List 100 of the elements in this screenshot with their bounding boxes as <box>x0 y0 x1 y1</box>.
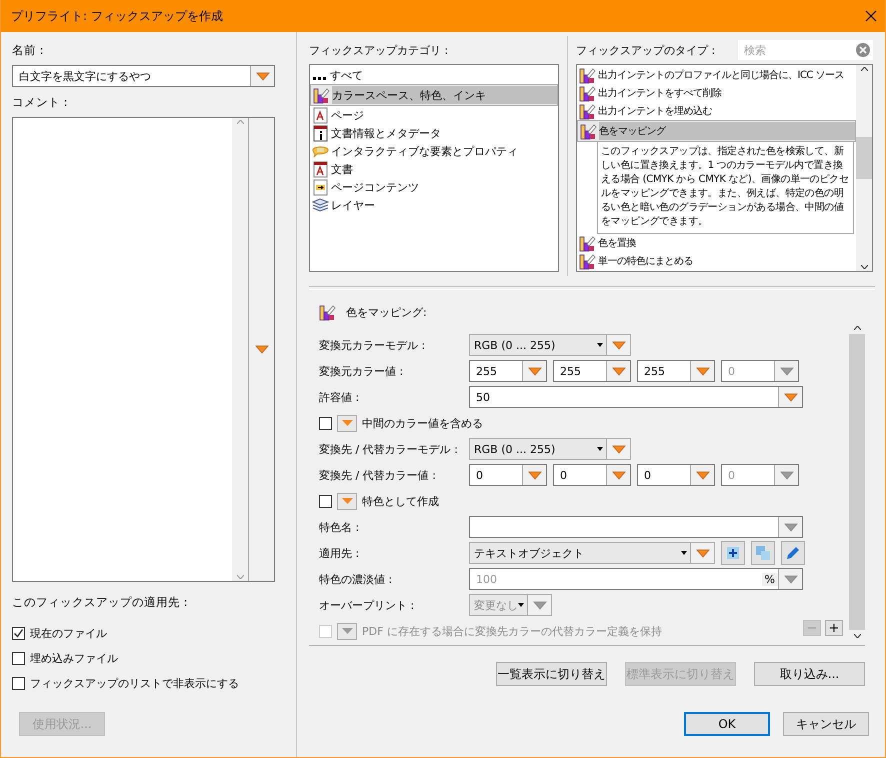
dropdown-select[interactable]: RGB (0 ... 255) <box>469 438 631 460</box>
checkbox[interactable] <box>12 652 25 665</box>
name-label: 名前 : <box>12 42 45 58</box>
type-item[interactable]: 出力インテントをすべて削除 <box>598 84 856 102</box>
dropdown-button[interactable] <box>248 118 274 581</box>
dropdown-button[interactable] <box>778 569 802 589</box>
value-field[interactable] <box>469 516 803 538</box>
view-button[interactable]: 一覧表示に切り替え <box>496 662 607 686</box>
dropdown-button[interactable] <box>606 439 630 459</box>
category-item[interactable]: すべて <box>330 66 558 84</box>
checkbox[interactable] <box>319 494 332 508</box>
duplicate-icon[interactable] <box>751 541 775 565</box>
dropdown-button[interactable] <box>778 517 802 537</box>
caret-icon <box>597 343 603 347</box>
window-title: プリフライト: フィックスアップを作成 <box>11 8 223 24</box>
dropdown-button[interactable] <box>250 66 274 86</box>
scroll-up-icon[interactable] <box>854 326 860 330</box>
color-swatch-icon <box>313 86 330 104</box>
category-item[interactable]: レイヤー <box>331 196 558 214</box>
caret-icon <box>340 497 354 505</box>
category-item[interactable]: 文書情報とメタデータ <box>331 124 558 142</box>
caret-icon <box>340 627 354 635</box>
category-item[interactable]: 文書 <box>331 160 558 178</box>
dropdown-button[interactable] <box>337 414 357 432</box>
scroll-down-icon[interactable] <box>860 265 868 269</box>
caret-icon <box>597 447 603 451</box>
layers-icon <box>312 196 329 214</box>
caret-icon <box>528 470 542 480</box>
value-field[interactable]: 0 <box>637 464 715 486</box>
category-item[interactable]: ページコンテンツ <box>331 178 558 196</box>
value-field[interactable]: 50 <box>469 386 803 408</box>
dropdown-button[interactable] <box>778 387 802 407</box>
view-button[interactable]: 取り込み... <box>754 662 865 686</box>
dropdown-button[interactable] <box>690 543 714 563</box>
field-label: 許容値 : <box>319 390 360 404</box>
checkbox-label: 中間のカラー値を含める <box>362 416 483 430</box>
dropdown-button[interactable] <box>690 465 714 485</box>
page-content-icon <box>312 178 329 196</box>
value-field[interactable]: 100 % <box>469 568 803 590</box>
name-field[interactable]: 白文字を黒文字にするやつ <box>12 65 275 87</box>
type-item[interactable]: 単一の特色にまとめる <box>598 252 856 270</box>
dropdown-button[interactable] <box>337 492 357 510</box>
caret-icon <box>528 366 542 376</box>
dialog-button[interactable]: OK <box>684 712 770 736</box>
clear-icon[interactable] <box>856 43 870 57</box>
stepper-button[interactable]: + <box>825 620 843 636</box>
checkbox-label: 現在のファイル <box>30 626 107 641</box>
field-label: 変換元カラー値 : <box>319 364 404 378</box>
dropdown-button[interactable] <box>527 595 551 615</box>
caret-icon <box>784 392 798 402</box>
category-item[interactable]: カラースペース、特色、インキ <box>332 86 557 104</box>
color-swatch-icon <box>580 122 597 140</box>
pdf-document-icon <box>312 160 329 178</box>
category-label: フィックスアップカテゴリ : <box>309 42 448 58</box>
dropdown-button[interactable] <box>522 361 546 381</box>
section-heading: 色をマッピング: <box>346 304 427 320</box>
field-label: 変換先 / 代替カラー値 : <box>319 468 437 482</box>
category-item[interactable]: インタラクティブな要素とプロパティ <box>331 142 558 160</box>
scroll-up-icon[interactable] <box>860 67 868 71</box>
category-item[interactable]: ページ <box>331 106 558 124</box>
caret-icon <box>696 470 710 480</box>
dropdown-select[interactable]: テキストオブジェクト <box>469 542 715 564</box>
caret-icon <box>612 470 626 480</box>
caret-icon <box>696 366 710 376</box>
close-icon[interactable] <box>865 10 877 22</box>
dropdown-button[interactable] <box>606 335 630 355</box>
comment-field[interactable] <box>12 117 275 582</box>
value-field[interactable]: 255 <box>469 360 547 382</box>
dropdown-select[interactable]: RGB (0 ... 255) <box>469 334 631 356</box>
checkbox[interactable] <box>12 627 25 640</box>
caret-icon <box>612 366 626 376</box>
value-field[interactable]: 0 <box>553 464 631 486</box>
field-label: 変換元カラーモデル : <box>319 338 426 352</box>
type-item[interactable]: 出力インテントを埋め込む <box>598 102 856 120</box>
checkbox-label: 埋め込みファイル <box>30 651 118 666</box>
caret-icon <box>780 470 794 480</box>
dialog-button[interactable]: キャンセル <box>783 712 869 736</box>
caret-icon <box>612 340 626 350</box>
dropdown-button[interactable] <box>522 465 546 485</box>
scroll-down-icon[interactable] <box>854 634 860 638</box>
search-field[interactable]: 検索 <box>738 40 873 60</box>
caret-icon <box>254 345 268 354</box>
dropdown-button[interactable] <box>606 361 630 381</box>
type-item[interactable]: 色をマッピング <box>599 122 855 140</box>
checkbox[interactable] <box>12 677 25 690</box>
scroll-thumb[interactable] <box>856 137 872 179</box>
value-field[interactable]: 0 <box>469 464 547 486</box>
add-icon[interactable] <box>721 541 745 565</box>
value-field[interactable]: 255 <box>553 360 631 382</box>
checkbox[interactable] <box>319 416 332 430</box>
dropdown-button[interactable] <box>606 465 630 485</box>
type-item[interactable]: 出力インテントのプロファイルと同じ場合に、ICC ソース <box>598 66 856 84</box>
section-label: このフィックスアップの適用先 : <box>12 594 189 610</box>
type-item[interactable]: 色を置換 <box>598 234 856 252</box>
checkmark-icon <box>13 628 24 639</box>
caret-icon <box>518 603 524 607</box>
pencil-icon[interactable] <box>781 541 805 565</box>
value-field[interactable]: 255 <box>637 360 715 382</box>
dropdown-button[interactable] <box>690 361 714 381</box>
scrollbar[interactable] <box>856 65 872 271</box>
